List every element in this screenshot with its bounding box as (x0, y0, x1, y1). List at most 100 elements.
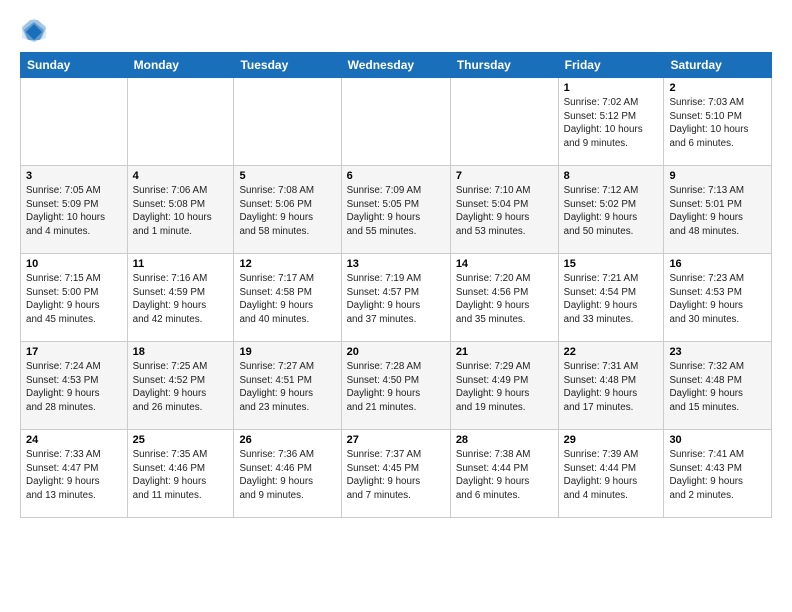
calendar-table: SundayMondayTuesdayWednesdayThursdayFrid… (20, 52, 772, 518)
calendar-cell: 7 Sunrise: 7:10 AM Sunset: 5:04 PM Daylig… (450, 166, 558, 254)
day-info: Sunrise: 7:29 AM Sunset: 4:49 PM Dayligh… (456, 360, 553, 415)
calendar-cell: 3 Sunrise: 7:05 AM Sunset: 5:09 PM Daylig… (21, 166, 128, 254)
calendar-cell: 23 Sunrise: 7:32 AM Sunset: 4:48 PM Dayli… (664, 342, 772, 430)
calendar-cell: 18 Sunrise: 7:25 AM Sunset: 4:52 PM Dayli… (127, 342, 234, 430)
day-number: 4 (133, 170, 229, 182)
calendar-cell: 16Sunrise: 7:23 AM Sunset: 4:53 PM Dayli… (664, 254, 772, 342)
day-info: Sunrise: 7:37 AM Sunset: 4:45 PM Dayligh… (347, 448, 445, 503)
day-number: 3 (26, 170, 122, 182)
day-info: Sunrise: 7:36 AM Sunset: 4:46 PM Dayligh… (239, 448, 335, 503)
day-number: 12 (239, 258, 335, 270)
calendar-cell: 15 Sunrise: 7:21 AM Sunset: 4:54 PM Dayli… (558, 254, 664, 342)
day-number: 23 (669, 346, 766, 358)
calendar-cell: 8 Sunrise: 7:12 AM Sunset: 5:02 PM Daylig… (558, 166, 664, 254)
calendar-header-saturday: Saturday (664, 53, 772, 78)
calendar-week-1: 3 Sunrise: 7:05 AM Sunset: 5:09 PM Daylig… (21, 166, 772, 254)
day-number: 30 (669, 434, 766, 446)
day-info: Sunrise: 7:38 AM Sunset: 4:44 PM Dayligh… (456, 448, 553, 503)
calendar-cell: 28 Sunrise: 7:38 AM Sunset: 4:44 PM Dayli… (450, 430, 558, 518)
calendar-header-row: SundayMondayTuesdayWednesdayThursdayFrid… (21, 53, 772, 78)
day-info: Sunrise: 7:33 AM Sunset: 4:47 PM Dayligh… (26, 448, 122, 503)
day-number: 24 (26, 434, 122, 446)
day-number: 29 (564, 434, 659, 446)
day-number: 22 (564, 346, 659, 358)
day-number: 18 (133, 346, 229, 358)
day-number: 20 (347, 346, 445, 358)
calendar-cell: 2 Sunrise: 7:03 AM Sunset: 5:10 PM Daylig… (664, 78, 772, 166)
day-info: Sunrise: 7:28 AM Sunset: 4:50 PM Dayligh… (347, 360, 445, 415)
day-info: Sunrise: 7:25 AM Sunset: 4:52 PM Dayligh… (133, 360, 229, 415)
calendar-cell: 25 Sunrise: 7:35 AM Sunset: 4:46 PM Dayli… (127, 430, 234, 518)
calendar-week-2: 10Sunrise: 7:15 AM Sunset: 5:00 PM Dayli… (21, 254, 772, 342)
calendar-cell (127, 78, 234, 166)
day-number: 17 (26, 346, 122, 358)
day-info: Sunrise: 7:03 AM Sunset: 5:10 PM Dayligh… (669, 96, 766, 151)
calendar-cell: 26Sunrise: 7:36 AM Sunset: 4:46 PM Dayli… (234, 430, 341, 518)
day-number: 7 (456, 170, 553, 182)
day-info: Sunrise: 7:17 AM Sunset: 4:58 PM Dayligh… (239, 272, 335, 327)
day-info: Sunrise: 7:32 AM Sunset: 4:48 PM Dayligh… (669, 360, 766, 415)
calendar-cell: 12 Sunrise: 7:17 AM Sunset: 4:58 PM Dayli… (234, 254, 341, 342)
calendar-cell: 30 Sunrise: 7:41 AM Sunset: 4:43 PM Dayli… (664, 430, 772, 518)
day-number: 2 (669, 82, 766, 94)
header (20, 16, 772, 44)
day-info: Sunrise: 7:23 AM Sunset: 4:53 PM Dayligh… (669, 272, 766, 327)
day-number: 19 (239, 346, 335, 358)
day-info: Sunrise: 7:39 AM Sunset: 4:44 PM Dayligh… (564, 448, 659, 503)
day-info: Sunrise: 7:05 AM Sunset: 5:09 PM Dayligh… (26, 184, 122, 239)
calendar-header-friday: Friday (558, 53, 664, 78)
day-number: 27 (347, 434, 445, 446)
day-info: Sunrise: 7:02 AM Sunset: 5:12 PM Dayligh… (564, 96, 659, 151)
calendar-header-monday: Monday (127, 53, 234, 78)
calendar-cell: 9 Sunrise: 7:13 AM Sunset: 5:01 PM Daylig… (664, 166, 772, 254)
day-info: Sunrise: 7:24 AM Sunset: 4:53 PM Dayligh… (26, 360, 122, 415)
day-info: Sunrise: 7:21 AM Sunset: 4:54 PM Dayligh… (564, 272, 659, 327)
calendar-header-sunday: Sunday (21, 53, 128, 78)
day-info: Sunrise: 7:12 AM Sunset: 5:02 PM Dayligh… (564, 184, 659, 239)
calendar-cell: 19Sunrise: 7:27 AM Sunset: 4:51 PM Dayli… (234, 342, 341, 430)
logo-icon (20, 16, 48, 44)
day-info: Sunrise: 7:31 AM Sunset: 4:48 PM Dayligh… (564, 360, 659, 415)
calendar-week-4: 24 Sunrise: 7:33 AM Sunset: 4:47 PM Dayli… (21, 430, 772, 518)
day-number: 1 (564, 82, 659, 94)
calendar-header-thursday: Thursday (450, 53, 558, 78)
calendar-week-3: 17 Sunrise: 7:24 AM Sunset: 4:53 PM Dayli… (21, 342, 772, 430)
day-info: Sunrise: 7:19 AM Sunset: 4:57 PM Dayligh… (347, 272, 445, 327)
day-info: Sunrise: 7:15 AM Sunset: 5:00 PM Dayligh… (26, 272, 122, 327)
calendar-cell (450, 78, 558, 166)
day-info: Sunrise: 7:13 AM Sunset: 5:01 PM Dayligh… (669, 184, 766, 239)
calendar-cell: 4 Sunrise: 7:06 AM Sunset: 5:08 PM Daylig… (127, 166, 234, 254)
day-info: Sunrise: 7:35 AM Sunset: 4:46 PM Dayligh… (133, 448, 229, 503)
calendar-header-wednesday: Wednesday (341, 53, 450, 78)
day-info: Sunrise: 7:06 AM Sunset: 5:08 PM Dayligh… (133, 184, 229, 239)
day-number: 25 (133, 434, 229, 446)
logo (20, 16, 52, 44)
calendar-cell: 10Sunrise: 7:15 AM Sunset: 5:00 PM Dayli… (21, 254, 128, 342)
calendar-cell (21, 78, 128, 166)
day-info: Sunrise: 7:41 AM Sunset: 4:43 PM Dayligh… (669, 448, 766, 503)
calendar-cell: 21 Sunrise: 7:29 AM Sunset: 4:49 PM Dayli… (450, 342, 558, 430)
calendar-cell: 17 Sunrise: 7:24 AM Sunset: 4:53 PM Dayli… (21, 342, 128, 430)
day-number: 15 (564, 258, 659, 270)
day-number: 8 (564, 170, 659, 182)
day-number: 9 (669, 170, 766, 182)
calendar-cell: 27 Sunrise: 7:37 AM Sunset: 4:45 PM Dayli… (341, 430, 450, 518)
day-number: 6 (347, 170, 445, 182)
day-number: 13 (347, 258, 445, 270)
day-number: 28 (456, 434, 553, 446)
calendar-cell: 29 Sunrise: 7:39 AM Sunset: 4:44 PM Dayli… (558, 430, 664, 518)
day-number: 21 (456, 346, 553, 358)
day-info: Sunrise: 7:09 AM Sunset: 5:05 PM Dayligh… (347, 184, 445, 239)
day-info: Sunrise: 7:10 AM Sunset: 5:04 PM Dayligh… (456, 184, 553, 239)
day-info: Sunrise: 7:08 AM Sunset: 5:06 PM Dayligh… (239, 184, 335, 239)
calendar-cell: 1 Sunrise: 7:02 AM Sunset: 5:12 PM Daylig… (558, 78, 664, 166)
day-info: Sunrise: 7:20 AM Sunset: 4:56 PM Dayligh… (456, 272, 553, 327)
calendar-cell: 24 Sunrise: 7:33 AM Sunset: 4:47 PM Dayli… (21, 430, 128, 518)
calendar-cell: 6 Sunrise: 7:09 AM Sunset: 5:05 PM Daylig… (341, 166, 450, 254)
day-number: 5 (239, 170, 335, 182)
calendar-week-0: 1 Sunrise: 7:02 AM Sunset: 5:12 PM Daylig… (21, 78, 772, 166)
calendar-cell: 14Sunrise: 7:20 AM Sunset: 4:56 PM Dayli… (450, 254, 558, 342)
calendar-cell: 22 Sunrise: 7:31 AM Sunset: 4:48 PM Dayli… (558, 342, 664, 430)
calendar-cell: 5 Sunrise: 7:08 AM Sunset: 5:06 PM Daylig… (234, 166, 341, 254)
page: SundayMondayTuesdayWednesdayThursdayFrid… (0, 0, 792, 612)
